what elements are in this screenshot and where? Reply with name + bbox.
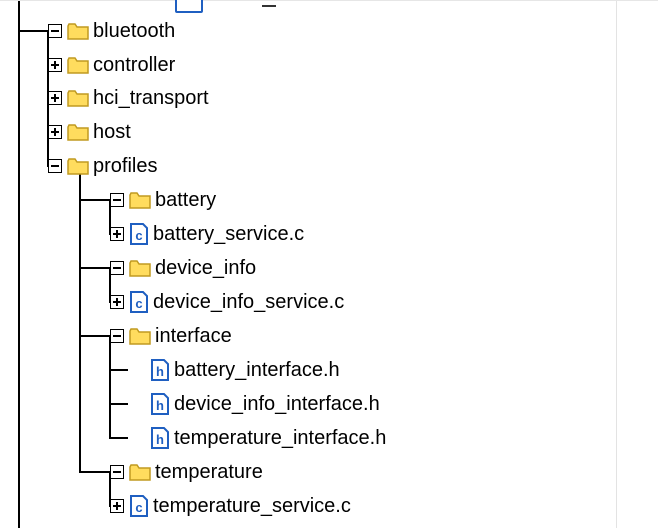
svg-text:c: c — [135, 296, 142, 311]
folder-icon — [129, 259, 151, 277]
tree-node-label[interactable]: device_info — [155, 252, 256, 284]
project-file-tree: bluetooth controller hci_transport host prof… — [0, 0, 658, 528]
tree-node-label[interactable]: temperature_interface.h — [174, 422, 386, 454]
tree-node-bluetooth[interactable]: bluetooth — [48, 15, 175, 47]
tree-node-label[interactable]: profiles — [93, 150, 157, 182]
collapse-toggle-icon[interactable] — [48, 24, 62, 38]
tree-node-temperature[interactable]: temperature — [110, 456, 263, 488]
tree-node-device-info-interface-h[interactable]: h device_info_interface.h — [150, 388, 380, 420]
tree-node-battery[interactable]: battery — [110, 184, 216, 216]
header-file-icon: h — [150, 359, 170, 381]
tree-node-temperature-service-c[interactable]: c temperature_service.c — [110, 490, 351, 522]
folder-icon — [129, 327, 151, 345]
tree-node-label[interactable]: battery_service.c — [153, 218, 304, 250]
folder-icon — [67, 157, 89, 175]
tree-node-device-info[interactable]: device_info — [110, 252, 256, 284]
svg-text:h: h — [156, 432, 164, 447]
tree-node-label[interactable]: device_info_interface.h — [174, 388, 380, 420]
folder-icon — [67, 123, 89, 141]
tree-node-controller[interactable]: controller — [48, 49, 175, 81]
tree-node-label[interactable]: interface — [155, 320, 232, 352]
svg-text:c: c — [135, 500, 142, 515]
folder-icon — [67, 56, 89, 74]
tree-node-label[interactable]: temperature — [155, 456, 263, 488]
c-source-file-icon: c — [129, 495, 149, 517]
c-source-file-icon: c — [129, 223, 149, 245]
tree-node-battery-service-c[interactable]: c battery_service.c — [110, 218, 304, 250]
collapse-toggle-icon[interactable] — [48, 159, 62, 173]
collapse-toggle-icon[interactable] — [110, 261, 124, 275]
expand-toggle-icon[interactable] — [48, 58, 62, 72]
c-source-file-icon: c — [129, 291, 149, 313]
tree-node-label[interactable]: hci_transport — [93, 82, 209, 114]
tree-node-battery-interface-h[interactable]: h battery_interface.h — [150, 354, 340, 386]
expand-toggle-icon[interactable] — [110, 227, 124, 241]
tree-node-label[interactable]: host — [93, 116, 131, 148]
header-file-icon: h — [150, 427, 170, 449]
svg-text:h: h — [156, 398, 164, 413]
tree-node-label[interactable]: temperature_service.c — [153, 490, 351, 522]
folder-icon — [129, 463, 151, 481]
tree-node-host[interactable]: host — [48, 116, 131, 148]
collapse-toggle-icon[interactable] — [110, 465, 124, 479]
tree-node-interface[interactable]: interface — [110, 320, 232, 352]
tree-node-label[interactable]: battery_interface.h — [174, 354, 340, 386]
tree-node-device-info-service-c[interactable]: c device_info_service.c — [110, 286, 344, 318]
expand-toggle-icon[interactable] — [48, 125, 62, 139]
tree-node-label[interactable]: controller — [93, 49, 175, 81]
expand-toggle-icon[interactable] — [110, 295, 124, 309]
svg-text:c: c — [135, 228, 142, 243]
folder-icon — [129, 191, 151, 209]
expand-toggle-icon[interactable] — [110, 499, 124, 513]
expand-toggle-icon[interactable] — [48, 91, 62, 105]
tree-node-label[interactable]: device_info_service.c — [153, 286, 344, 318]
tree-node-label[interactable]: battery — [155, 184, 216, 216]
tree-node-hci-transport[interactable]: hci_transport — [48, 82, 209, 114]
collapse-toggle-icon[interactable] — [110, 193, 124, 207]
header-file-icon: h — [150, 393, 170, 415]
tree-node-temperature-interface-h[interactable]: h temperature_interface.h — [150, 422, 386, 454]
tree-node-profiles[interactable]: profiles — [48, 150, 157, 182]
folder-icon — [67, 89, 89, 107]
tree-node-label[interactable]: bluetooth — [93, 15, 175, 47]
svg-text:h: h — [156, 364, 164, 379]
folder-icon — [67, 22, 89, 40]
collapse-toggle-icon[interactable] — [110, 329, 124, 343]
